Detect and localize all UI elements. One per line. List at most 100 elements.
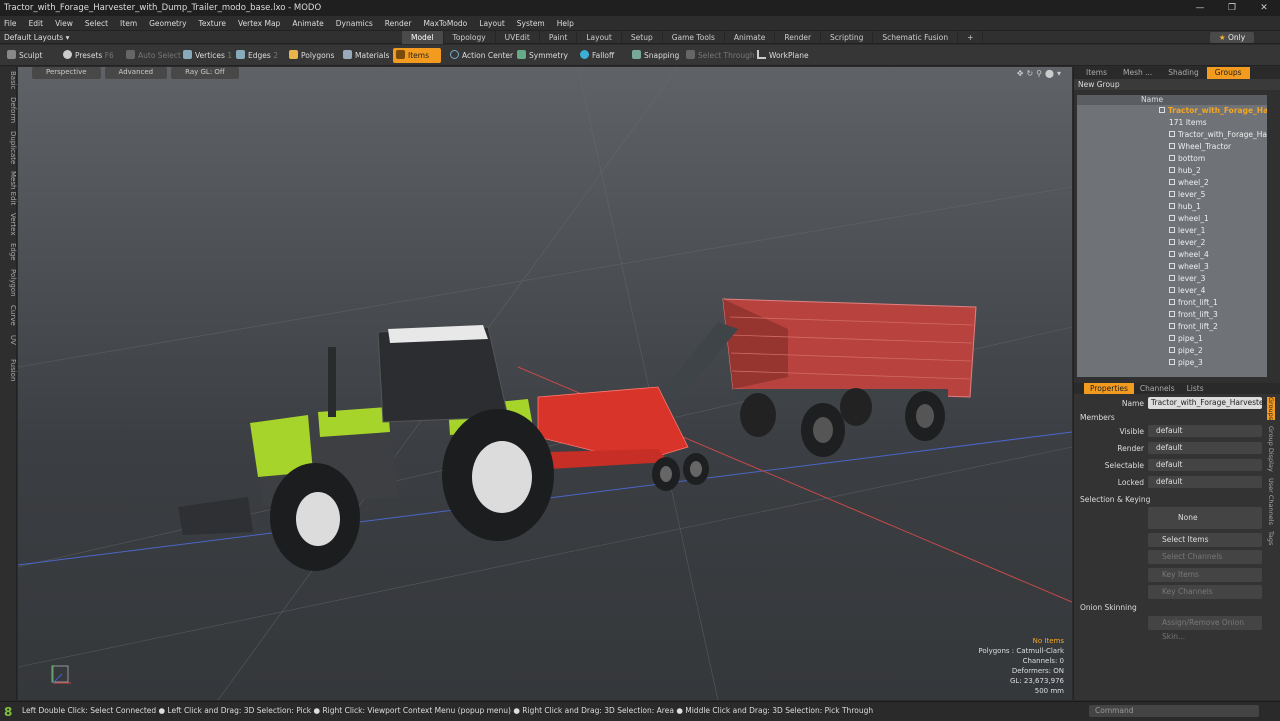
minimize-button[interactable]: — [1184, 0, 1216, 16]
select-items-button[interactable]: Select Items [1148, 533, 1262, 547]
tab-scripting[interactable]: Scripting [821, 31, 874, 44]
name-column-header[interactable]: Name [1077, 95, 1267, 105]
list-item[interactable]: wheel_4 [1077, 249, 1267, 261]
menu-geometry[interactable]: Geometry [149, 19, 186, 28]
list-item[interactable]: lever_1 [1077, 225, 1267, 237]
menu-help[interactable]: Help [557, 19, 574, 28]
tab-properties[interactable]: Properties [1084, 383, 1134, 394]
select-channels-button[interactable]: Select Channels [1148, 550, 1262, 564]
list-item[interactable]: Tractor_with_Forage_Harve... [1077, 129, 1267, 141]
groups-tree[interactable]: Name Tractor_with_Forage_Har... 171 Item… [1077, 95, 1267, 377]
list-item[interactable]: hub_2 [1077, 165, 1267, 177]
left-tab-uv[interactable]: UV [0, 335, 17, 345]
list-item[interactable]: front_lift_2 [1077, 321, 1267, 333]
symmetry-button[interactable]: Symmetry [514, 48, 572, 63]
3d-viewport[interactable]: Perspective Advanced Ray GL: Off ✥↻⚲⬤▾ N… [18, 67, 1072, 700]
add-tab-button[interactable]: + [958, 31, 984, 44]
tab-topology[interactable]: Topology [444, 31, 496, 44]
list-item[interactable]: pipe_3 [1077, 357, 1267, 369]
menu-system[interactable]: System [517, 19, 545, 28]
tab-mesh[interactable]: Mesh ... [1115, 67, 1160, 79]
group-root-row[interactable]: Tractor_with_Forage_Har... [1077, 105, 1267, 117]
menu-vertex-map[interactable]: Vertex Map [238, 19, 280, 28]
menu-item[interactable]: Item [120, 19, 137, 28]
key-channels-button[interactable]: Key Channels [1148, 585, 1262, 599]
render-select[interactable]: default [1148, 442, 1262, 454]
raygl-button[interactable]: Ray GL: Off [171, 67, 239, 79]
left-tab-deform[interactable]: Deform [0, 97, 17, 123]
only-toggle[interactable]: ★ Only [1210, 32, 1254, 43]
tab-items[interactable]: Items [1078, 67, 1115, 79]
tab-channels[interactable]: Channels [1134, 383, 1181, 394]
list-item[interactable]: wheel_3 [1077, 261, 1267, 273]
side-tab-user-channels[interactable]: User Channels [1267, 478, 1275, 525]
list-item[interactable]: lever_3 [1077, 273, 1267, 285]
edges-button[interactable]: Edges 2 [233, 48, 282, 63]
menu-render[interactable]: Render [385, 19, 412, 28]
tab-model[interactable]: Model [402, 31, 444, 44]
snapping-button[interactable]: Snapping [629, 48, 683, 63]
menu-texture[interactable]: Texture [199, 19, 226, 28]
menu-select[interactable]: Select [85, 19, 108, 28]
tab-paint[interactable]: Paint [540, 31, 578, 44]
onion-skinning-section[interactable]: Onion Skinning [1080, 603, 1137, 612]
tab-schematic-fusion[interactable]: Schematic Fusion [873, 31, 959, 44]
members-section[interactable]: Members [1080, 413, 1115, 422]
maximize-button[interactable]: ❐ [1216, 0, 1248, 16]
key-items-button[interactable]: Key Items [1148, 568, 1262, 582]
menu-file[interactable]: File [4, 19, 17, 28]
tab-game-tools[interactable]: Game Tools [663, 31, 725, 44]
sculpt-button[interactable]: Sculpt [4, 48, 46, 63]
advanced-button[interactable]: Advanced [104, 67, 168, 79]
auto-select-button[interactable]: Auto Select [123, 48, 185, 63]
left-tab-curve[interactable]: Curve [0, 305, 17, 326]
polygons-button[interactable]: Polygons [286, 48, 338, 63]
list-item[interactable]: lever_2 [1077, 237, 1267, 249]
left-tab-basic[interactable]: Basic [0, 71, 17, 90]
name-field[interactable]: Tractor_with_Forage_Harvester_ [1148, 397, 1270, 409]
visible-select[interactable]: default [1148, 425, 1262, 437]
left-tab-edge[interactable]: Edge [0, 243, 17, 261]
tab-render[interactable]: Render [775, 31, 822, 44]
side-tab-tags[interactable]: Tags [1267, 531, 1275, 545]
menu-animate[interactable]: Animate [292, 19, 323, 28]
list-item[interactable]: front_lift_3 [1077, 309, 1267, 321]
tab-lists[interactable]: Lists [1181, 383, 1210, 394]
side-tab-groups[interactable]: Groups [1267, 397, 1275, 421]
falloff-button[interactable]: Falloff [577, 48, 618, 63]
menu-layout[interactable]: Layout [479, 19, 505, 28]
viewport-nav-icons[interactable]: ✥↻⚲⬤▾ [1017, 69, 1064, 78]
tab-uvedit[interactable]: UVEdit [496, 31, 540, 44]
select-through-button[interactable]: Select Through [683, 48, 759, 63]
items-button[interactable]: Items [393, 48, 441, 63]
selection-keying-section[interactable]: Selection & Keying [1080, 495, 1150, 504]
menu-edit[interactable]: Edit [29, 19, 44, 28]
list-item[interactable]: front_lift_1 [1077, 297, 1267, 309]
left-tab-mesh-edit[interactable]: Mesh Edit [0, 171, 17, 205]
close-button[interactable]: ✕ [1248, 0, 1280, 16]
tab-animate[interactable]: Animate [725, 31, 776, 44]
locked-select[interactable]: default [1148, 476, 1262, 488]
left-tab-fusion[interactable]: Fusion [0, 359, 17, 381]
tab-shading[interactable]: Shading [1160, 67, 1206, 79]
tab-layout[interactable]: Layout [577, 31, 622, 44]
selectable-select[interactable]: default [1148, 459, 1262, 471]
menu-view[interactable]: View [55, 19, 73, 28]
list-item[interactable]: lever_4 [1077, 285, 1267, 297]
none-button[interactable]: None [1148, 507, 1262, 529]
presets-button[interactable]: Presets F6 [60, 48, 118, 63]
vertices-button[interactable]: Vertices 1 [180, 48, 236, 63]
list-item[interactable]: pipe_1 [1077, 333, 1267, 345]
left-tab-duplicate[interactable]: Duplicate [0, 131, 17, 164]
left-tab-polygon[interactable]: Polygon [0, 269, 17, 297]
workplane-button[interactable]: WorkPlane [754, 48, 813, 63]
perspective-button[interactable]: Perspective [32, 67, 101, 79]
list-item[interactable]: pipe_2 [1077, 345, 1267, 357]
side-tab-group-display[interactable]: Group Display [1267, 426, 1275, 472]
list-item[interactable]: wheel_1 [1077, 213, 1267, 225]
assign-remove-onion-button[interactable]: Assign/Remove Onion Skin... [1148, 616, 1262, 641]
new-group-button[interactable]: New Group [1074, 79, 1280, 90]
left-tab-vertex[interactable]: Vertex [0, 213, 17, 236]
list-item[interactable]: Wheel_Tractor [1077, 141, 1267, 153]
materials-button[interactable]: Materials [340, 48, 393, 63]
